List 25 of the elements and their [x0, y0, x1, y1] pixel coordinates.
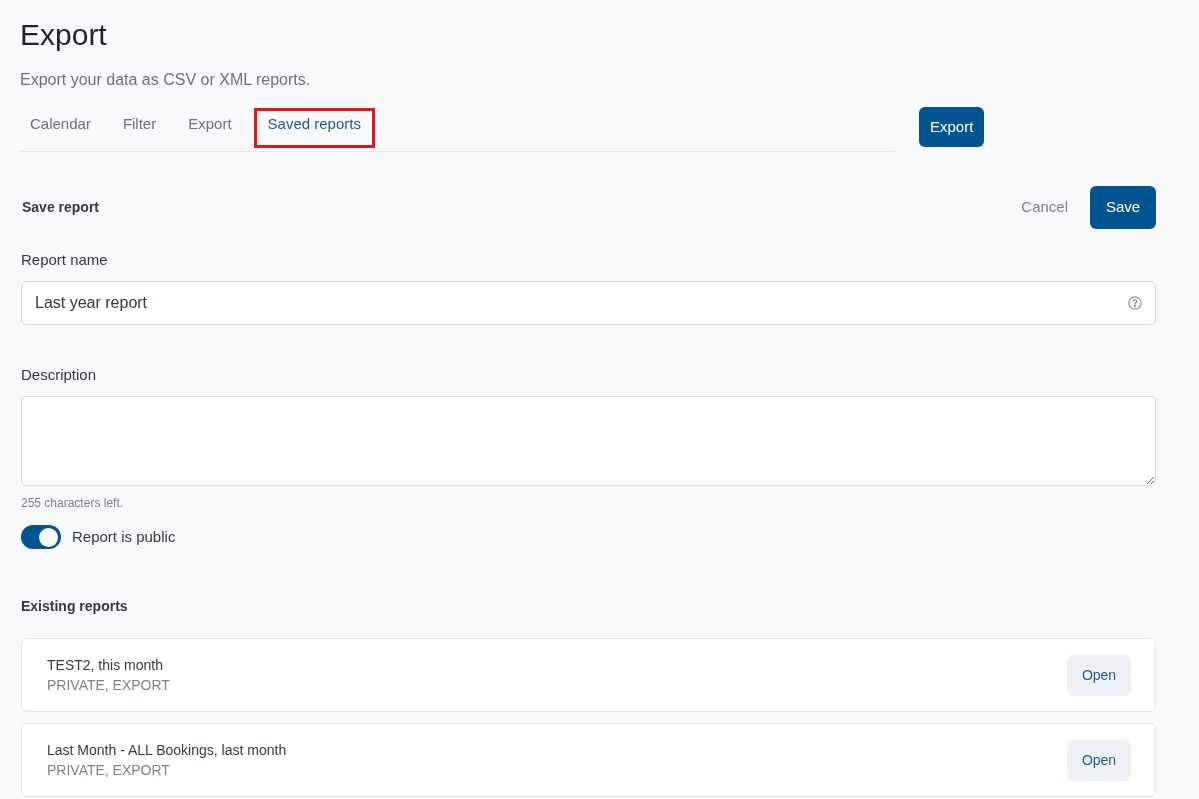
- toggle-switch[interactable]: [21, 525, 61, 549]
- report-tags: PRIVATE, EXPORT: [47, 675, 170, 695]
- field-label: Description: [21, 364, 97, 385]
- description-field[interactable]: [21, 396, 1156, 486]
- character-counter: 255 characters left.: [21, 495, 124, 512]
- toggle-label: Report is public: [72, 526, 176, 547]
- open-button[interactable]: Open: [1067, 739, 1131, 781]
- report-name: TEST2, this month: [47, 656, 163, 675]
- help-icon: [1128, 295, 1142, 310]
- tab[interactable]: Filter: [112, 108, 167, 148]
- tab[interactable]: Export: [178, 108, 242, 148]
- tab[interactable]: Calendar: [20, 108, 101, 148]
- cancel-button[interactable]: Cancel: [1021, 196, 1068, 219]
- report-tags: PRIVATE, EXPORT: [47, 760, 170, 780]
- field-label: Report name: [21, 250, 108, 270]
- tab[interactable]: Saved reports: [253, 108, 375, 148]
- section-title: Existing reports: [21, 597, 128, 616]
- export-button[interactable]: Export: [919, 107, 985, 147]
- page-title: Export: [20, 17, 107, 53]
- open-button[interactable]: Open: [1067, 654, 1131, 696]
- report-name: Last Month - ALL Bookings, last month: [47, 741, 287, 760]
- report-name-field[interactable]: Last year report: [21, 280, 1156, 325]
- section-title: Save report: [22, 198, 100, 217]
- save-button[interactable]: Save: [1090, 186, 1156, 229]
- page-subtitle: Export your data as CSV or XML reports.: [20, 70, 311, 90]
